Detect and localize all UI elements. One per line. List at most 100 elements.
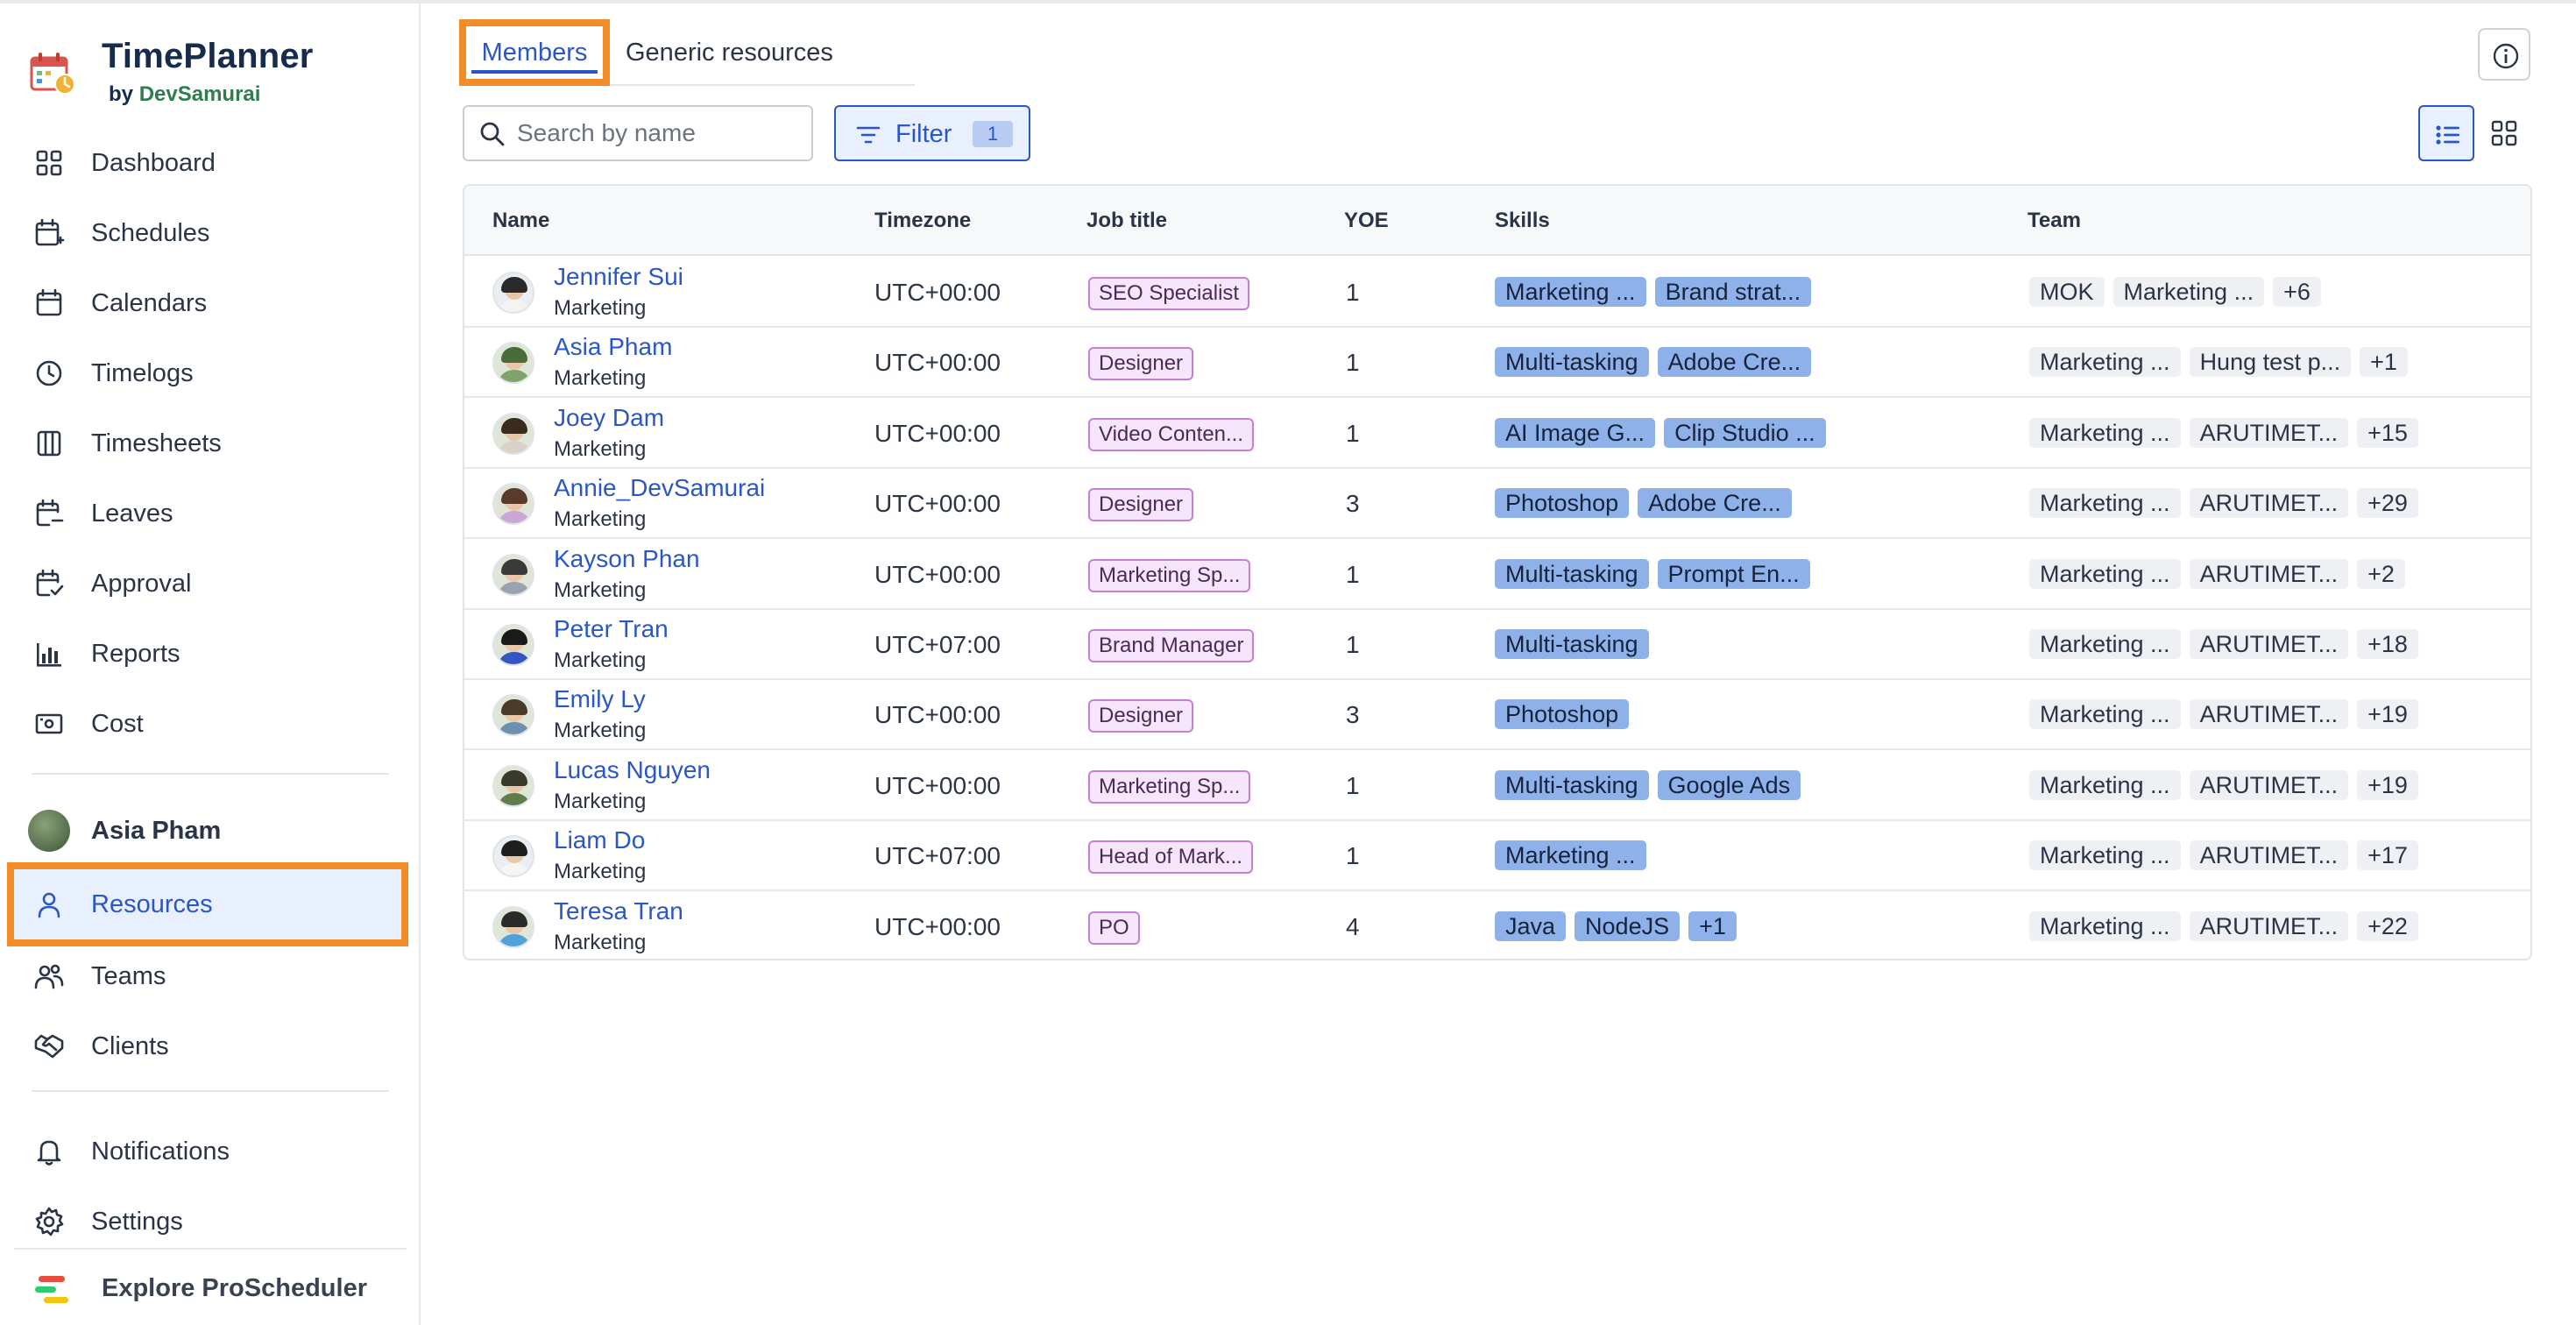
sidebar-item-leaves[interactable]: Leaves bbox=[11, 478, 407, 549]
team-tag: Marketing ... bbox=[2029, 347, 2181, 378]
tab-generic-resources[interactable]: Generic resources bbox=[626, 19, 833, 86]
team-tag: ARUTIMET... bbox=[2189, 488, 2349, 519]
sidebar-item-schedules[interactable]: Schedules bbox=[11, 198, 407, 268]
table-row[interactable]: Lucas Nguyen Marketing UTC+00:00 Marketi… bbox=[464, 751, 2530, 821]
member-name-link[interactable]: Annie_DevSamurai bbox=[554, 474, 765, 502]
sidebar-item-reports[interactable]: Reports bbox=[11, 619, 407, 689]
sidebar-item-settings[interactable]: Settings bbox=[11, 1187, 407, 1257]
member-name-link[interactable]: Joey Dam bbox=[554, 404, 664, 432]
table-row[interactable]: Emily Ly Marketing UTC+00:00 Designer 3 … bbox=[464, 680, 2530, 751]
teams-list: Marketing ... ARUTIMET... +29 bbox=[2029, 488, 2418, 520]
avatar-hair bbox=[501, 488, 527, 505]
sidebar-item-calendars[interactable]: Calendars bbox=[11, 268, 407, 338]
col-header-team[interactable]: Team bbox=[2028, 186, 2081, 256]
col-header-name[interactable]: Name bbox=[492, 186, 549, 256]
skill-tag: Multi-tasking bbox=[1495, 558, 1649, 589]
view-toggle bbox=[2418, 105, 2532, 161]
team-tag: ARUTIMET... bbox=[2189, 629, 2349, 659]
avatar-body bbox=[498, 581, 531, 594]
skill-tag: Clip Studio ... bbox=[1664, 417, 1826, 448]
team-tag: ARUTIMET... bbox=[2189, 769, 2349, 800]
col-header-yoe[interactable]: YOE bbox=[1344, 186, 1389, 256]
list-view-button[interactable] bbox=[2418, 105, 2474, 161]
member-name-link[interactable]: Peter Tran bbox=[554, 615, 669, 643]
table-row[interactable]: Peter Tran Marketing UTC+07:00 Brand Man… bbox=[464, 610, 2530, 680]
member-name-link[interactable]: Asia Pham bbox=[554, 333, 672, 361]
avatar-hair bbox=[501, 417, 527, 434]
skill-tag: Adobe Cre... bbox=[1638, 488, 1792, 519]
sidebar-item-clients[interactable]: Clients bbox=[11, 1011, 407, 1081]
sidebar-user[interactable]: Asia Pham bbox=[28, 806, 396, 855]
job-title-badge: PO bbox=[1088, 910, 1140, 945]
member-name-link[interactable]: Liam Do bbox=[554, 826, 645, 854]
tab-members[interactable]: Members bbox=[459, 19, 610, 86]
avatar bbox=[492, 764, 534, 807]
skill-tag: Multi-tasking bbox=[1495, 629, 1649, 659]
table-row[interactable]: Teresa Tran Marketing UTC+00:00 PO 4 Jav… bbox=[464, 892, 2530, 959]
sidebar-item-approval[interactable]: Approval bbox=[11, 549, 407, 619]
member-name-link[interactable]: Kayson Phan bbox=[554, 545, 700, 573]
sidebar-item-teams[interactable]: Teams bbox=[11, 941, 407, 1011]
teams-list: Marketing ... ARUTIMET... +22 bbox=[2029, 910, 2418, 943]
member-timezone: UTC+00:00 bbox=[874, 701, 1001, 729]
member-name-link[interactable]: Teresa Tran bbox=[554, 897, 683, 925]
member-yoe: 1 bbox=[1346, 631, 1360, 658]
resource-tabs: Members Generic resources bbox=[459, 19, 915, 86]
gear-icon bbox=[35, 1207, 64, 1236]
table-row[interactable]: Jennifer Sui Marketing UTC+00:00 SEO Spe… bbox=[464, 258, 2530, 328]
avatar bbox=[492, 342, 534, 385]
team-tag: Marketing ... bbox=[2029, 558, 2181, 589]
explore-proscheduler[interactable]: Explore ProScheduler bbox=[14, 1248, 407, 1325]
col-header-job-title[interactable]: Job title bbox=[1086, 186, 1167, 256]
avatar-hair bbox=[501, 699, 527, 716]
skills-list: Marketing ... bbox=[1495, 840, 1646, 872]
table-row[interactable]: Joey Dam Marketing UTC+00:00 Video Conte… bbox=[464, 399, 2530, 469]
member-yoe: 1 bbox=[1346, 560, 1360, 588]
member-department: Marketing bbox=[554, 719, 647, 743]
search-input[interactable] bbox=[517, 116, 797, 151]
table-row[interactable]: Asia Pham Marketing UTC+00:00 Designer 1… bbox=[464, 328, 2530, 399]
proscheduler-logo-icon bbox=[35, 1276, 68, 1303]
member-name-link[interactable]: Jennifer Sui bbox=[554, 263, 683, 291]
member-department: Marketing bbox=[554, 296, 647, 320]
table-row[interactable]: Liam Do Marketing UTC+07:00 Head of Mark… bbox=[464, 821, 2530, 892]
timesheet-icon bbox=[37, 430, 61, 457]
tab-label: Members bbox=[481, 39, 588, 67]
sidebar-item-dashboard[interactable]: Dashboard bbox=[11, 128, 407, 198]
sidebar-item-resources[interactable]: Resources bbox=[7, 862, 408, 946]
sidebar-item-timelogs[interactable]: Timelogs bbox=[11, 338, 407, 408]
brand[interactable]: TimePlanner by DevSamurai bbox=[30, 30, 415, 117]
avatar bbox=[492, 483, 534, 526]
job-title-badge: Designer bbox=[1088, 699, 1194, 733]
member-timezone: UTC+00:00 bbox=[874, 279, 1001, 306]
team-tag: Marketing ... bbox=[2029, 840, 2181, 871]
col-header-skills[interactable]: Skills bbox=[1495, 186, 1550, 256]
member-name-link[interactable]: Emily Ly bbox=[554, 685, 646, 713]
avatar-hair bbox=[501, 769, 527, 786]
sidebar-item-cost[interactable]: Cost bbox=[11, 689, 407, 759]
member-timezone: UTC+00:00 bbox=[874, 490, 1001, 518]
sidebar-item-label: Notifications bbox=[91, 1137, 230, 1166]
sidebar-item-label: Teams bbox=[91, 962, 166, 990]
teams-list: Marketing ... ARUTIMET... +17 bbox=[2029, 840, 2418, 872]
sidebar-item-label: Dashboard bbox=[91, 149, 216, 177]
grid-view-button[interactable] bbox=[2476, 105, 2532, 161]
table-row[interactable]: Kayson Phan Marketing UTC+00:00 Marketin… bbox=[464, 540, 2530, 610]
sidebar-item-notifications[interactable]: Notifications bbox=[11, 1116, 407, 1187]
col-header-timezone[interactable]: Timezone bbox=[874, 186, 971, 256]
filter-count-badge: 1 bbox=[973, 121, 1013, 147]
skill-tag: Marketing ... bbox=[1495, 840, 1646, 871]
skill-tag: Photoshop bbox=[1495, 699, 1630, 730]
filter-button[interactable]: Filter 1 bbox=[834, 105, 1030, 161]
team-tag: ARUTIMET... bbox=[2189, 910, 2349, 941]
team-tag: Marketing ... bbox=[2112, 277, 2265, 307]
member-name-link[interactable]: Lucas Nguyen bbox=[554, 756, 711, 784]
sidebar-item-timesheets[interactable]: Timesheets bbox=[11, 408, 407, 478]
table-row[interactable]: Annie_DevSamurai Marketing UTC+00:00 Des… bbox=[464, 469, 2530, 540]
skills-list: Multi-tasking Google Ads bbox=[1495, 769, 1801, 802]
info-button[interactable] bbox=[2478, 28, 2530, 81]
avatar-hair bbox=[501, 910, 527, 927]
team-tag: Hung test p... bbox=[2189, 347, 2352, 378]
skill-tag: Adobe Cre... bbox=[1657, 347, 1812, 378]
byline-brand: DevSamurai bbox=[138, 82, 261, 106]
